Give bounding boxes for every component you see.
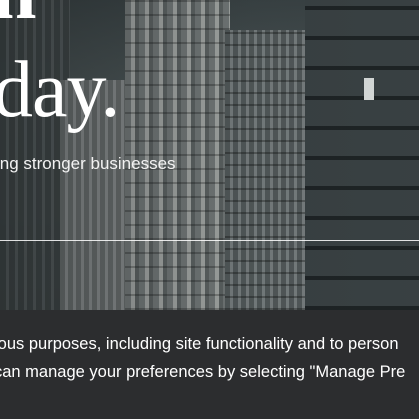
hero-divider bbox=[0, 240, 419, 241]
hero-section: n oday. ing stronger businesses bbox=[0, 0, 419, 310]
hero-headline: oday. bbox=[0, 46, 120, 134]
cookie-banner-line-1: ious purposes, including site functional… bbox=[0, 335, 399, 353]
headline-line-1: n bbox=[0, 0, 37, 32]
hero-subtitle: ing stronger businesses bbox=[0, 154, 176, 173]
cookie-banner: ious purposes, including site functional… bbox=[0, 310, 419, 419]
cookie-banner-line-2: can manage your preferences by selecting… bbox=[0, 363, 406, 381]
cookie-banner-text: ious purposes, including site functional… bbox=[0, 330, 405, 386]
